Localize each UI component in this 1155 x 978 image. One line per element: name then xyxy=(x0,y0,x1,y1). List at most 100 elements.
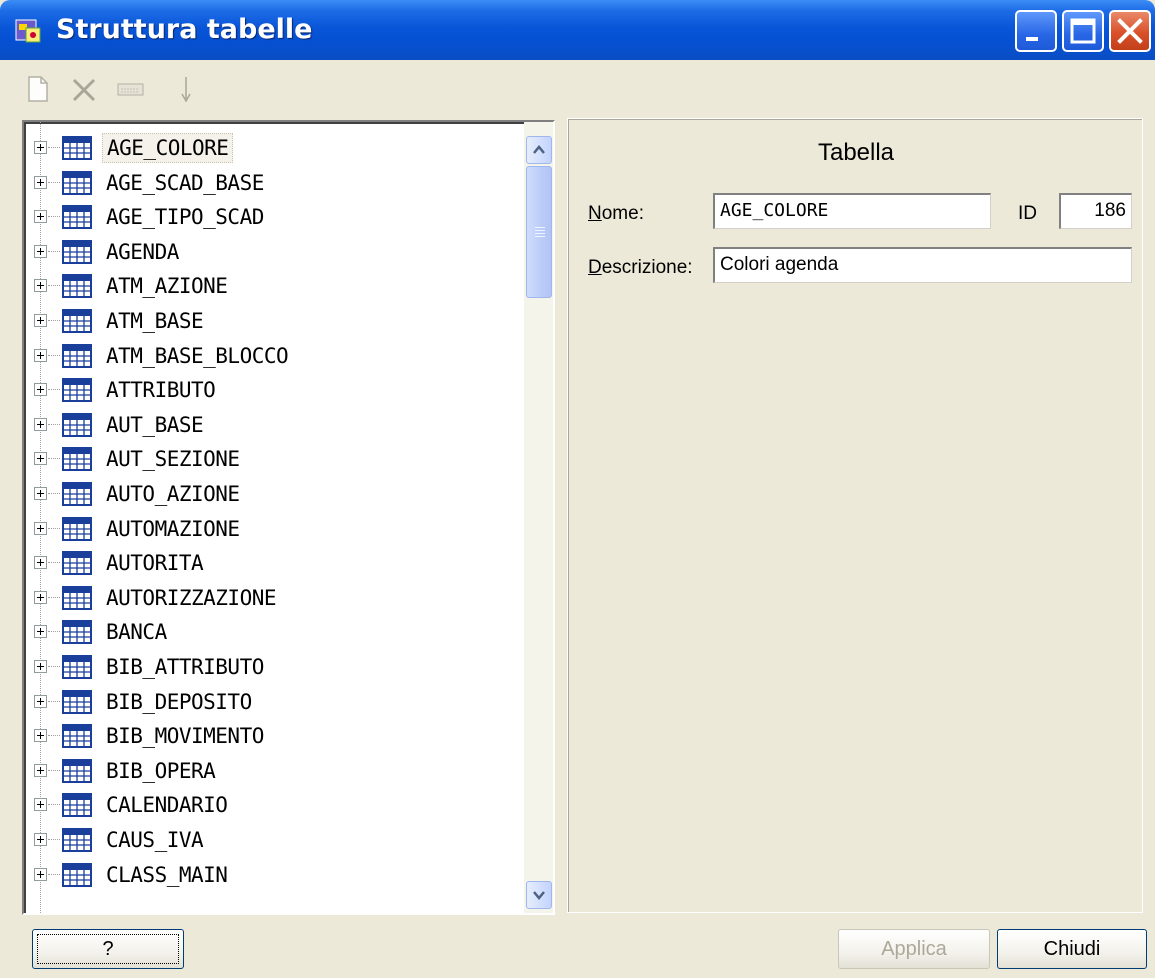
expand-icon[interactable] xyxy=(34,694,47,708)
expand-icon[interactable] xyxy=(34,417,47,431)
tree-connector xyxy=(48,596,60,598)
tree-item[interactable]: AUTORIZZAZIONE xyxy=(24,580,524,616)
tree-item[interactable]: AUT_BASE xyxy=(24,407,524,443)
section-title: Tabella xyxy=(817,139,895,166)
tree-item-label: BIB_MOVIMENTO xyxy=(106,724,264,749)
nome-label: Nome: xyxy=(588,203,644,225)
close-window-button[interactable] xyxy=(1109,10,1151,52)
expand-icon[interactable] xyxy=(34,487,47,500)
tree-item[interactable]: ATTRIBUTO xyxy=(24,372,524,408)
field-icon[interactable] xyxy=(116,74,144,104)
expand-icon[interactable] xyxy=(34,798,47,812)
expand-icon[interactable] xyxy=(34,383,47,397)
table-tree[interactable]: AGE_COLORE AGE_SCAD_BASE AGE_TIPO_SCAD AGEN… xyxy=(22,120,555,915)
tree-connector xyxy=(48,527,60,529)
expand-icon[interactable] xyxy=(34,175,47,189)
descrizione-field[interactable]: Colori agenda xyxy=(713,247,1132,283)
expand-icon[interactable] xyxy=(34,521,47,535)
expand-icon[interactable] xyxy=(34,279,47,293)
table-details-panel: Tabella Nome: AGE_COLORE ID 186 Descrizi… xyxy=(567,118,1143,913)
expand-icon[interactable] xyxy=(34,625,47,639)
tree-item[interactable]: BIB_MOVIMENTO xyxy=(24,718,524,754)
expand-icon[interactable] xyxy=(34,210,47,224)
tree-item[interactable]: AGE_TIPO_SCAD xyxy=(24,199,524,235)
tree-item[interactable]: CAUS_IVA xyxy=(24,822,524,858)
tree-item[interactable]: BIB_ATTRIBUTO xyxy=(24,649,524,685)
tree-list: AGE_COLORE AGE_SCAD_BASE AGE_TIPO_SCAD AGEN… xyxy=(24,122,524,913)
tree-item[interactable]: AGE_COLORE xyxy=(24,130,524,166)
tree-item[interactable]: ATM_AZIONE xyxy=(24,268,524,304)
tree-item-label: AUTORIZZAZIONE xyxy=(106,585,277,610)
expand-icon[interactable] xyxy=(34,348,47,362)
tree-item-label: AUT_BASE xyxy=(106,412,204,437)
scroll-thumb[interactable] xyxy=(526,166,552,298)
scroll-down-button[interactable] xyxy=(526,881,552,909)
new-document-icon[interactable] xyxy=(24,74,52,104)
minimize-button[interactable] xyxy=(1015,10,1057,52)
tree-item[interactable]: AUTORITA xyxy=(24,545,524,581)
tree-item[interactable]: ATM_BASE_BLOCCO xyxy=(24,338,524,374)
expand-icon[interactable] xyxy=(34,763,47,777)
table-icon xyxy=(62,516,92,541)
title-bar[interactable]: Struttura tabelle xyxy=(0,0,1155,60)
tree-item[interactable]: AGENDA xyxy=(24,234,524,270)
scroll-up-button[interactable] xyxy=(526,136,552,164)
close-button[interactable]: Chiudi xyxy=(997,929,1147,969)
table-icon xyxy=(62,309,92,333)
tree-item-label: ATTRIBUTO xyxy=(106,378,216,403)
id-field[interactable]: 186 xyxy=(1059,193,1132,229)
thumb-grip xyxy=(535,236,545,237)
move-down-icon[interactable] xyxy=(172,74,200,104)
table-icon xyxy=(62,482,92,506)
tree-connector xyxy=(48,354,60,356)
apply-button[interactable]: Applica xyxy=(838,929,990,969)
tree-item-label: AGE_COLORE xyxy=(102,133,234,163)
tree-item[interactable]: ATM_BASE xyxy=(24,303,524,339)
expand-icon[interactable] xyxy=(34,729,47,743)
tree-item[interactable]: BIB_DEPOSITO xyxy=(24,684,524,720)
expand-icon[interactable] xyxy=(34,556,47,570)
tree-item[interactable]: BIB_OPERA xyxy=(24,753,524,789)
table-icon xyxy=(62,378,92,403)
tree-item-label: ATM_BASE xyxy=(106,309,204,333)
tree-item[interactable]: AUT_SEZIONE xyxy=(24,441,524,477)
tree-item-label: CLASS_MAIN xyxy=(106,862,228,887)
tree-item[interactable]: AUTOMAZIONE xyxy=(24,511,524,547)
expand-icon[interactable] xyxy=(34,244,47,258)
app-icon xyxy=(15,19,41,43)
expand-icon[interactable] xyxy=(34,833,47,846)
tree-connector xyxy=(48,320,60,321)
dialog-window: Struttura tabelle AGE_COLORE AGE_SCAD_BA… xyxy=(0,0,1155,978)
table-icon xyxy=(62,205,92,230)
help-button[interactable]: ? xyxy=(32,929,184,969)
nome-field[interactable]: AGE_COLORE xyxy=(713,193,991,229)
expand-icon[interactable] xyxy=(34,452,47,466)
expand-icon[interactable] xyxy=(34,867,47,881)
expand-icon[interactable] xyxy=(34,660,47,673)
descrizione-label-text: escrizione: xyxy=(601,257,693,278)
tree-item-label: AGE_TIPO_SCAD xyxy=(106,205,264,230)
delete-icon[interactable] xyxy=(70,74,98,104)
expand-icon[interactable] xyxy=(34,314,47,327)
tree-connector xyxy=(48,666,60,667)
tree-connector xyxy=(48,700,60,702)
nome-label-accesskey: N xyxy=(588,203,602,224)
tree-scrollbar[interactable] xyxy=(524,122,553,913)
tree-item[interactable]: AUTO_AZIONE xyxy=(24,476,524,512)
tree-item[interactable]: CALENDARIO xyxy=(24,787,524,823)
tree-item[interactable]: CLASS_MAIN xyxy=(24,857,524,893)
chevron-down-icon xyxy=(533,891,545,900)
tree-item-label: BIB_DEPOSITO xyxy=(106,689,252,714)
toolbar xyxy=(0,64,1155,112)
maximize-button[interactable] xyxy=(1062,10,1104,52)
window-title: Struttura tabelle xyxy=(56,14,313,45)
tree-item-label: AGENDA xyxy=(106,239,179,264)
expand-icon[interactable] xyxy=(34,590,47,604)
tree-connector xyxy=(48,631,60,633)
tree-item-label: AGE_SCAD_BASE xyxy=(106,170,264,195)
expand-icon[interactable] xyxy=(34,141,47,154)
focus-rect xyxy=(37,934,179,964)
table-icon xyxy=(62,274,92,299)
tree-item[interactable]: AGE_SCAD_BASE xyxy=(24,165,524,201)
tree-item[interactable]: BANCA xyxy=(24,614,524,650)
